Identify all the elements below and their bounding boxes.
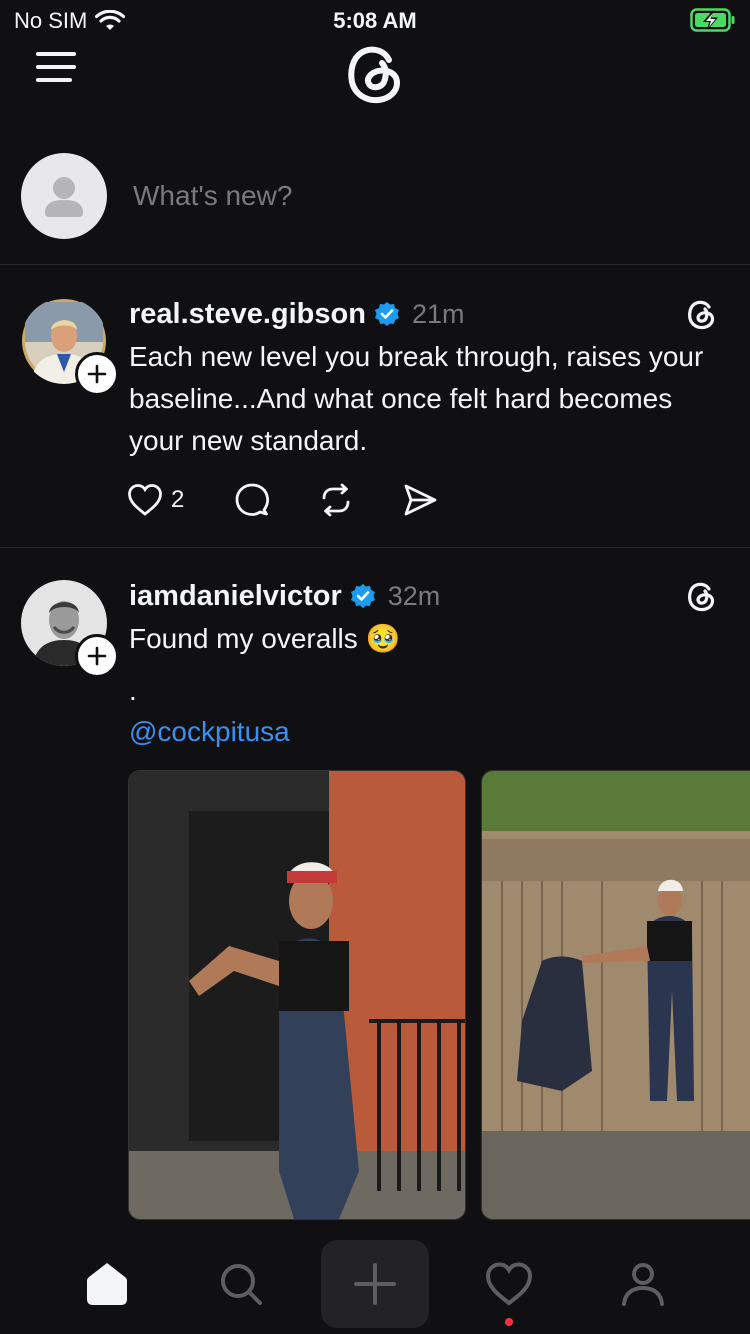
avatar-container[interactable] [21,580,119,678]
username[interactable]: iamdanielvictor [129,580,342,613]
threads-icon[interactable] [684,578,720,614]
tab-home[interactable] [53,1240,161,1328]
menu-icon [36,52,76,82]
send-icon [404,484,437,516]
post-header: real.steve.gibson 21m [129,296,464,332]
avatar [21,153,107,239]
tab-profile[interactable] [589,1240,697,1328]
clock: 5:08 AM [333,8,417,33]
post-photo[interactable] [128,770,466,1220]
like-count: 2 [171,486,185,513]
default-avatar-icon [45,177,83,217]
post-time: 32m [387,580,441,611]
divider [0,264,750,265]
heart-icon [485,1262,533,1306]
tab-create[interactable] [321,1240,429,1328]
follow-button[interactable] [75,634,119,678]
follow-button[interactable] [75,352,119,396]
threads-logo[interactable] [340,38,410,108]
plus-icon [354,1263,396,1305]
post-time: 21m [411,298,465,329]
search-icon [221,1264,262,1305]
post-text-line: . [129,675,137,706]
verified-badge-icon [350,584,375,608]
avatar-container[interactable] [21,298,119,396]
divider [0,547,750,548]
post-header: iamdanielvictor 32m [129,578,440,614]
person-icon [622,1263,664,1306]
status-bar: No SIM 5:08 AM [0,0,750,40]
like-button[interactable]: 2 [127,483,184,517]
plus-icon [87,364,107,384]
plus-icon [87,646,107,666]
notification-dot [505,1318,513,1326]
post-text-line: Found my overalls 🥹 [129,623,401,654]
tab-bar [0,1240,750,1334]
tab-search[interactable] [187,1240,295,1328]
heart-icon [128,484,162,516]
mention-link[interactable]: @cockpitusa [129,711,719,753]
home-icon [87,1263,127,1305]
post-text: Each new level you break through, raises… [129,341,704,456]
repost-button[interactable] [318,482,354,518]
post-actions: 2 [127,482,486,518]
threads-icon[interactable] [684,296,720,332]
compose-placeholder[interactable]: What's new? [133,180,693,212]
comment-icon [235,483,270,516]
repost-icon [322,483,350,517]
reply-button[interactable] [234,482,270,518]
battery-icon [690,8,736,37]
username[interactable]: real.steve.gibson [129,298,366,331]
menu-button[interactable] [36,52,76,86]
share-button[interactable] [402,482,438,518]
verified-badge-icon [374,302,399,326]
new-thread-composer[interactable]: What's new? [0,150,750,242]
tab-activity[interactable] [455,1240,563,1328]
post-photo[interactable] [481,770,750,1220]
